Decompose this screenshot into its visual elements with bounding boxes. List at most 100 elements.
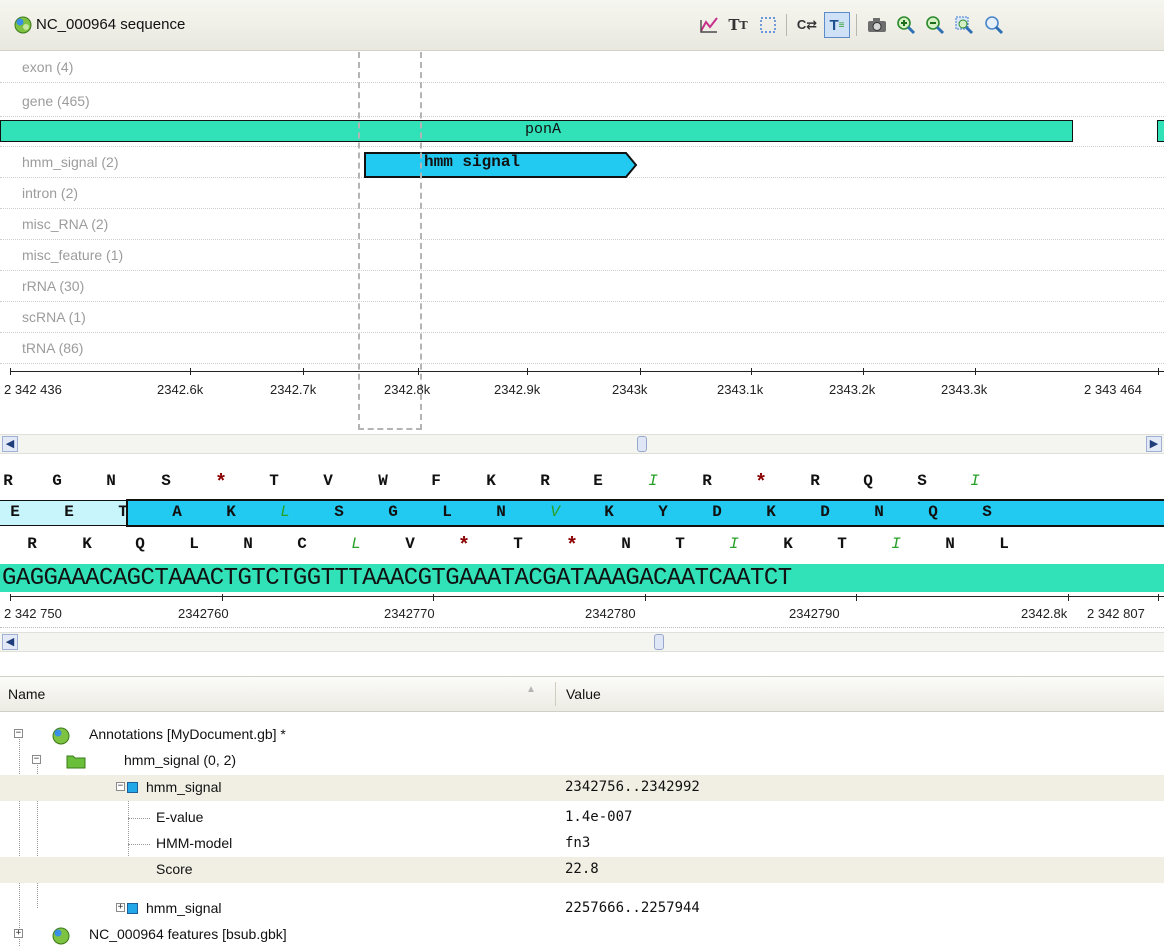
- zoom-out-icon[interactable]: [922, 12, 948, 38]
- feature-row-label: misc_feature (1): [22, 247, 124, 263]
- ruler-tick: [433, 594, 434, 601]
- scroll-left-icon[interactable]: ◀: [2, 634, 18, 650]
- amino-acid: G: [388, 503, 398, 521]
- ruler-tick: [303, 368, 304, 375]
- expand-icon[interactable]: +: [14, 929, 23, 938]
- amino-acid: K: [226, 503, 236, 521]
- feature-row-rrna[interactable]: rRNA (30): [0, 271, 1164, 302]
- ruler-tick: [418, 368, 419, 375]
- feature-row-label: scRNA (1): [22, 309, 86, 325]
- tree-row-group[interactable]: − hmm_signal (0, 2): [0, 748, 1164, 774]
- annotation-document-icon: [52, 927, 70, 945]
- amino-acid: S: [161, 472, 171, 490]
- feature-row-label: exon (4): [22, 59, 74, 75]
- amino-acid: K: [766, 503, 776, 521]
- expand-icon[interactable]: +: [116, 903, 125, 912]
- dna-sequence[interactable]: GAGGAAACAGCTAAACTGTCTGGTTTAAACGTGAAATACG…: [2, 565, 792, 592]
- collapse-icon[interactable]: −: [116, 782, 125, 791]
- amino-acid: L: [189, 535, 199, 553]
- ruler-tick: [190, 368, 191, 375]
- stop-codon: *: [754, 472, 767, 495]
- selection-icon[interactable]: [755, 12, 781, 38]
- amino-acid: T: [118, 503, 128, 521]
- amino-acid: N: [874, 503, 884, 521]
- compare-icon[interactable]: C⇄: [794, 12, 820, 38]
- feature-row-misc-feature[interactable]: misc_feature (1): [0, 240, 1164, 271]
- stop-codon: *: [457, 535, 470, 558]
- feature-row-intron[interactable]: intron (2): [0, 178, 1164, 209]
- gene-annotation-bar-next[interactable]: [1157, 120, 1164, 142]
- column-header-value[interactable]: Value: [566, 686, 601, 702]
- tree-row-label: hmm_signal: [146, 900, 222, 916]
- text-format-sub-glyph: T: [739, 18, 748, 32]
- collapse-icon[interactable]: −: [14, 729, 23, 738]
- overview-scrollbar[interactable]: ◀ ▶: [0, 434, 1164, 454]
- annotation-color-icon: [127, 782, 138, 793]
- ruler-tick: [751, 368, 752, 375]
- amino-acid: L: [999, 535, 1009, 553]
- collapse-icon[interactable]: −: [32, 755, 41, 764]
- amino-acid: N: [106, 472, 116, 490]
- tree-row-qualifier[interactable]: HMM-model fn3: [0, 831, 1164, 857]
- tree-row-label: E-value: [156, 809, 204, 825]
- tree-row-value: 2342756..2342992: [565, 779, 700, 795]
- feature-row-trna[interactable]: tRNA (86): [0, 333, 1164, 364]
- tree-row-label: hmm_signal (0, 2): [124, 752, 237, 768]
- translation-glyph: T: [829, 16, 839, 34]
- scroll-right-icon[interactable]: ▶: [1146, 436, 1162, 452]
- amino-acid: Y: [658, 503, 668, 521]
- feature-row-scrna[interactable]: scRNA (1): [0, 302, 1164, 333]
- amino-acid: V: [323, 472, 333, 490]
- amino-acid: T: [837, 535, 847, 553]
- graph-icon[interactable]: [696, 12, 722, 38]
- text-format-icon[interactable]: TT: [725, 12, 751, 38]
- zoom-search-icon[interactable]: [981, 12, 1007, 38]
- ruler-tick: [975, 368, 976, 375]
- feature-row-label: intron (2): [22, 185, 79, 201]
- amino-acid: Q: [135, 535, 145, 553]
- amino-acid: T: [675, 535, 685, 553]
- ruler-label: 2343k: [612, 382, 648, 397]
- feature-row-gene[interactable]: gene (465): [0, 86, 1164, 117]
- tree-row-qualifier[interactable]: Score 22.8: [0, 857, 1164, 883]
- ruler-tick: [527, 368, 528, 375]
- amino-acid: N: [945, 535, 955, 553]
- tree-row-label: HMM-model: [156, 835, 233, 851]
- tree-row-annotations-document[interactable]: − Annotations [MyDocument.gb] *: [0, 722, 1164, 748]
- translation-lines-glyph: ≡: [838, 19, 845, 31]
- translation-icon[interactable]: T ≡: [824, 12, 850, 38]
- scrollbar-thumb[interactable]: [654, 634, 664, 650]
- tree-row-annotation[interactable]: − hmm_signal 2342756..2342992: [0, 775, 1164, 801]
- camera-icon[interactable]: [864, 12, 890, 38]
- amino-acid: I: [729, 535, 739, 553]
- annotation-document-icon: [52, 727, 70, 745]
- tree-row-annotation[interactable]: + hmm_signal 2257666..2257944: [0, 896, 1164, 922]
- scroll-left-icon[interactable]: ◀: [2, 436, 18, 452]
- zoom-in-icon[interactable]: [893, 12, 919, 38]
- amino-acid: E: [593, 472, 603, 490]
- feature-row-misc-rna[interactable]: misc_RNA (2): [0, 209, 1164, 240]
- amino-acid: F: [431, 472, 441, 490]
- tree-row-features-document[interactable]: + NC_000964 features [bsub.gbk]: [0, 922, 1164, 948]
- feature-row-exon[interactable]: exon (4): [0, 52, 1164, 83]
- stop-codon: *: [214, 472, 227, 495]
- amino-acid: Q: [928, 503, 938, 521]
- column-separator[interactable]: [555, 682, 556, 706]
- ruler-line: [10, 371, 1164, 372]
- amino-acid: E: [64, 503, 74, 521]
- zoom-fit-icon[interactable]: [951, 12, 977, 38]
- tree-row-qualifier[interactable]: E-value 1.4e-007: [0, 805, 1164, 831]
- amino-acid: N: [243, 535, 253, 553]
- divider: [0, 627, 1164, 628]
- amino-acid: V: [405, 535, 415, 553]
- tree-header: Name ▲ Value: [0, 676, 1164, 712]
- ruler-label: 2342.6k: [157, 382, 204, 397]
- column-header-name[interactable]: Name: [8, 686, 45, 702]
- amino-acid: I: [970, 472, 980, 490]
- amino-acid: L: [280, 503, 290, 521]
- ruler-label: 2342770: [384, 606, 435, 621]
- amino-acid: R: [27, 535, 37, 553]
- detail-scrollbar[interactable]: ◀: [0, 632, 1164, 652]
- scrollbar-thumb[interactable]: [637, 436, 647, 452]
- ruler-tick: [1068, 594, 1069, 601]
